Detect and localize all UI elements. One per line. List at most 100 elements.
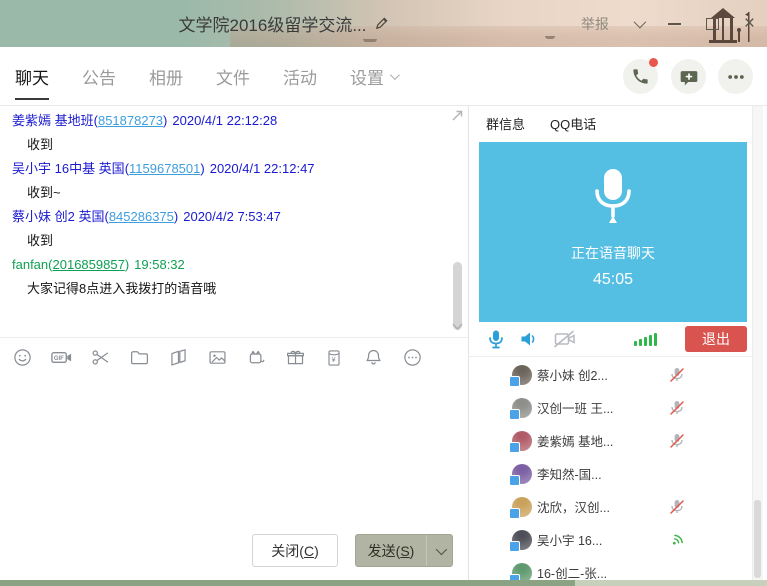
popout-panel-icon[interactable] bbox=[450, 108, 465, 123]
sender-name: 姜紫嫣 基地班 bbox=[12, 113, 94, 128]
sender-qq-link[interactable]: 2016859857 bbox=[53, 257, 125, 272]
member-row[interactable]: 沈欣，汉创... bbox=[469, 490, 757, 523]
sender-qq-link[interactable]: 851878273 bbox=[98, 113, 163, 128]
avatar bbox=[512, 530, 532, 550]
settings-chevron-icon bbox=[390, 70, 400, 80]
member-name: 姜紫嫣 基地... bbox=[537, 431, 613, 450]
minimize-icon[interactable] bbox=[668, 23, 681, 25]
mic-muted-icon bbox=[669, 499, 685, 515]
member-name: 李知然-国... bbox=[537, 464, 602, 483]
screenshot-icon[interactable] bbox=[88, 346, 112, 370]
right-panel: 群信息 QQ电话 正在语音聊天 45:05 bbox=[468, 106, 767, 580]
voice-call-button[interactable] bbox=[623, 59, 658, 94]
sender-name: 吴小宇 16中基 英国 bbox=[12, 161, 125, 176]
sender-name: fanfan bbox=[12, 257, 48, 272]
mic-speaking-icon bbox=[669, 531, 686, 548]
edit-title-icon[interactable] bbox=[374, 16, 389, 31]
boat-silhouette bbox=[545, 36, 555, 39]
member-row[interactable]: 李知然-国... bbox=[469, 457, 757, 490]
message-text: 大家记得8点进入我拨打的语音哦 bbox=[27, 280, 468, 297]
folder-icon[interactable] bbox=[127, 346, 151, 370]
mic-muted-icon bbox=[669, 433, 685, 449]
mic-muted-icon bbox=[669, 400, 685, 416]
tab-activities[interactable]: 活动 bbox=[283, 47, 317, 105]
titlebar: 文学院2016级留学交流... 举报 × bbox=[0, 0, 767, 47]
screen-share-icon[interactable] bbox=[166, 346, 190, 370]
call-controls: 退出 bbox=[469, 322, 757, 357]
message-history[interactable]: 姜紫嫣 基地班(851878273)2020/4/1 22:12:28 收到 吴… bbox=[0, 106, 468, 337]
avatar bbox=[512, 365, 532, 385]
member-name: 16-创二-张... bbox=[537, 563, 607, 580]
member-row[interactable]: 蔡小妹 创2... bbox=[469, 358, 757, 391]
member-name: 蔡小妹 创2... bbox=[537, 365, 608, 384]
sender-name: 蔡小妹 创2 英国 bbox=[12, 209, 104, 224]
tab-group-info[interactable]: 群信息 bbox=[486, 114, 525, 133]
member-row[interactable]: 姜紫嫣 基地... bbox=[469, 424, 757, 457]
notification-dot bbox=[649, 58, 658, 67]
member-row[interactable]: 汉创一班 王... bbox=[469, 391, 757, 424]
message-time: 2020/4/2 7:53:47 bbox=[183, 209, 281, 224]
bell-icon[interactable] bbox=[361, 346, 385, 370]
close-button[interactable]: 关闭(C) bbox=[252, 534, 338, 567]
image-icon[interactable] bbox=[205, 346, 229, 370]
chat-message: fanfan(2016859857)19:58:32 大家记得8点进入我拨打的语… bbox=[0, 256, 468, 297]
close-icon[interactable]: × bbox=[744, 14, 755, 33]
editor-toolbar: GIF ¥ bbox=[0, 337, 468, 377]
right-scrollbar-thumb[interactable] bbox=[754, 500, 761, 578]
gif-icon[interactable]: GIF bbox=[49, 346, 73, 370]
sender-qq-link[interactable]: 845286375 bbox=[109, 209, 174, 224]
tab-qq-call[interactable]: QQ电话 bbox=[550, 114, 596, 133]
mic-toggle-icon[interactable] bbox=[488, 330, 504, 349]
tab-settings[interactable]: 设置 bbox=[350, 47, 397, 105]
message-text: 收到~ bbox=[27, 184, 468, 201]
report-link[interactable]: 举报 bbox=[581, 14, 609, 34]
window-title: 文学院2016级留学交流... bbox=[179, 11, 367, 36]
svg-text:¥: ¥ bbox=[332, 356, 336, 364]
chat-scrollbar-thumb[interactable] bbox=[453, 262, 462, 330]
sender-qq-link[interactable]: 1159678501 bbox=[129, 161, 200, 176]
message-header: 蔡小妹 创2 英国(845286375)2020/4/2 7:53:47 bbox=[12, 208, 468, 225]
avatar bbox=[512, 431, 532, 451]
exit-call-button[interactable]: 退出 bbox=[685, 326, 747, 352]
titlebar-chevron-down-icon[interactable] bbox=[633, 16, 646, 29]
gift-icon[interactable] bbox=[283, 346, 307, 370]
call-status-text: 正在语音聊天 bbox=[571, 243, 655, 263]
member-name: 汉创一班 王... bbox=[537, 398, 613, 417]
camera-off-icon[interactable] bbox=[553, 330, 577, 348]
tabbar: 聊天 公告 相册 文件 活动 设置 bbox=[0, 47, 767, 106]
member-row[interactable]: 16-创二-张... bbox=[469, 556, 757, 580]
mic-muted-icon bbox=[669, 367, 685, 383]
avatar bbox=[512, 398, 532, 418]
add-chat-icon bbox=[679, 67, 699, 87]
tab-announcement[interactable]: 公告 bbox=[82, 47, 116, 105]
send-options-caret[interactable] bbox=[426, 535, 452, 566]
more-tools-icon[interactable] bbox=[400, 346, 424, 370]
send-button[interactable]: 发送(S) bbox=[355, 534, 453, 567]
qq-group-chat-window: 文学院2016级留学交流... 举报 × 聊天 公告 相册 文件 活动 设置 bbox=[0, 0, 767, 586]
create-chat-button[interactable] bbox=[671, 59, 706, 94]
call-member-list: 蔡小妹 创2... 汉创一班 王... 姜紫嫣 基地... 李知然-国... bbox=[469, 358, 757, 580]
scroll-to-bottom-icon[interactable] bbox=[451, 322, 464, 332]
microphone-icon bbox=[587, 166, 639, 228]
emoji-icon[interactable] bbox=[10, 346, 34, 370]
tab-album[interactable]: 相册 bbox=[149, 47, 183, 105]
chat-message: 姜紫嫣 基地班(851878273)2020/4/1 22:12:28 收到 bbox=[0, 112, 468, 153]
member-row[interactable]: 吴小宇 16... bbox=[469, 523, 757, 556]
message-time: 2020/4/1 22:12:28 bbox=[172, 113, 277, 128]
red-packet-icon[interactable]: ¥ bbox=[322, 346, 346, 370]
maximize-icon[interactable] bbox=[706, 18, 719, 30]
tab-files[interactable]: 文件 bbox=[216, 47, 250, 105]
chat-message: 蔡小妹 创2 英国(845286375)2020/4/2 7:53:47 收到 bbox=[0, 208, 468, 249]
message-header: 姜紫嫣 基地班(851878273)2020/4/1 22:12:28 bbox=[12, 112, 468, 129]
more-actions-button[interactable] bbox=[718, 59, 753, 94]
tab-chat[interactable]: 聊天 bbox=[15, 47, 49, 105]
message-header: 吴小宇 16中基 英国(1159678501)2020/4/1 22:12:47 bbox=[12, 160, 468, 177]
message-text: 收到 bbox=[27, 232, 468, 249]
speaker-toggle-icon[interactable] bbox=[520, 331, 537, 347]
chat-message: 吴小宇 16中基 英国(1159678501)2020/4/1 22:12:47… bbox=[0, 160, 468, 201]
message-time: 2020/4/1 22:12:47 bbox=[210, 161, 315, 176]
sticker-icon[interactable] bbox=[244, 346, 268, 370]
window-bottom-border-right bbox=[575, 580, 767, 586]
svg-text:GIF: GIF bbox=[53, 356, 63, 362]
voice-call-panel: 正在语音聊天 45:05 bbox=[479, 142, 747, 322]
